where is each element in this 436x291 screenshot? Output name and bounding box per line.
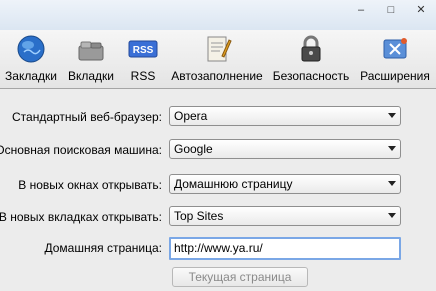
search-engine-value: Google: [174, 142, 213, 156]
toolbar-item-autofill[interactable]: Автозаполнение: [168, 34, 266, 86]
new-windows-value: Домашнюю страницу: [174, 177, 293, 191]
toolbar-item-security[interactable]: Безопасность: [270, 34, 352, 86]
maximize-button[interactable]: □: [376, 0, 406, 20]
homepage-row: Домашняя страница: http://www.ya.ru/: [0, 237, 436, 260]
toolbar-label: Безопасность: [272, 69, 350, 83]
preferences-toolbar: Закладки Вкладки RSS RSS Автозаполнение: [0, 30, 436, 89]
window-titlebar: – □ ✕: [0, 0, 436, 30]
new-windows-row: В новых окнах открывать: Домашнюю страни…: [0, 174, 436, 196]
new-windows-label: В новых окнах открывать:: [18, 178, 162, 192]
toolbar-label: Вкладки: [67, 69, 115, 83]
toolbar-label: Автозаполнение: [171, 69, 263, 83]
homepage-input[interactable]: http://www.ya.ru/: [169, 237, 401, 260]
default-browser-label: Стандартный веб-браузер:: [12, 110, 162, 124]
globe-icon: [17, 35, 45, 63]
new-tabs-value: Top Sites: [174, 209, 224, 223]
minimize-button[interactable]: –: [346, 0, 376, 20]
rss-badge-text: RSS: [133, 45, 154, 56]
chevron-down-icon: [388, 113, 396, 118]
default-browser-value: Opera: [174, 109, 208, 123]
window-controls: – □ ✕: [346, 0, 436, 22]
chevron-down-icon: [388, 213, 396, 218]
toolbar-label: Закладки: [5, 69, 57, 83]
default-browser-row: Стандартный веб-браузер: Opera: [0, 106, 436, 128]
toolbar-item-bookmarks[interactable]: Закладки: [2, 34, 60, 86]
homepage-label: Домашняя страница:: [44, 241, 163, 255]
search-engine-select[interactable]: Google: [169, 139, 401, 159]
toolbar-label: Расширения: [360, 69, 430, 83]
autofill-icon: [207, 36, 232, 62]
search-engine-row: Основная поисковая машина: Google: [0, 139, 436, 161]
new-tabs-row: В новых вкладках открывать: Top Sites: [0, 206, 436, 228]
rss-icon: RSS: [128, 40, 158, 58]
chevron-down-icon: [388, 146, 396, 151]
search-engine-label: Основная поисковая машина:: [0, 143, 162, 157]
toolbar-item-tabs[interactable]: Вкладки: [64, 34, 118, 86]
new-tabs-select[interactable]: Top Sites: [169, 206, 401, 226]
toolbar-label: RSS: [130, 69, 156, 83]
close-button[interactable]: ✕: [406, 0, 436, 20]
new-windows-select[interactable]: Домашнюю страницу: [169, 174, 401, 194]
new-tabs-label: В новых вкладках открывать:: [0, 210, 162, 224]
toolbar-item-extensions[interactable]: Расширения: [356, 34, 434, 86]
lock-icon: [301, 35, 321, 62]
homepage-value: http://www.ya.ru/: [174, 241, 263, 255]
default-browser-select[interactable]: Opera: [169, 106, 401, 126]
general-settings-panel: Стандартный веб-браузер: Opera Основная …: [0, 89, 436, 291]
chevron-down-icon: [388, 181, 396, 186]
set-current-page-button[interactable]: Текущая страница: [172, 267, 308, 287]
extensions-icon: [383, 38, 407, 59]
tabs-icon: [78, 41, 104, 61]
toolbar-item-rss[interactable]: RSS RSS: [122, 34, 164, 86]
